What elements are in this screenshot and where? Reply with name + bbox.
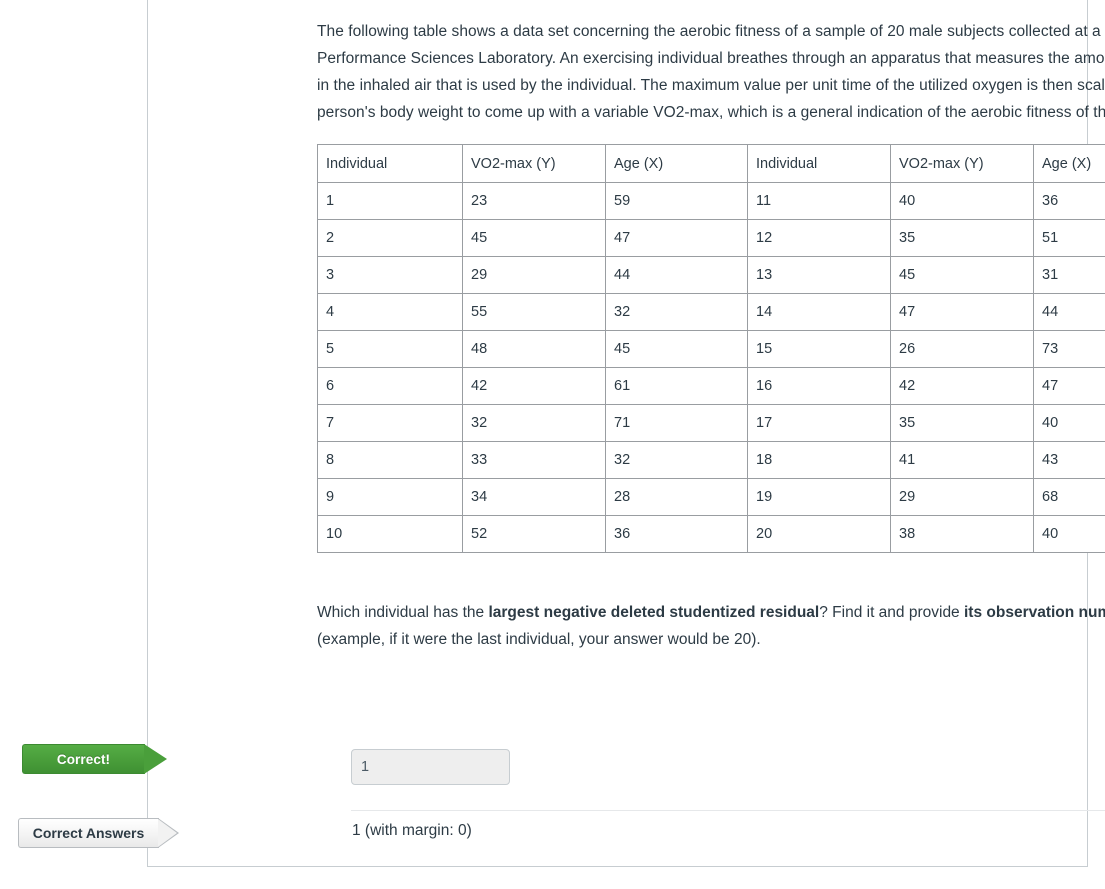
table-cell: 34: [462, 478, 606, 516]
table-cell: 19: [747, 478, 891, 516]
prompt-bold-observation-number: its observation number: [964, 604, 1105, 621]
table-row: 3 29 44 13 45 31: [317, 256, 1105, 294]
table-cell: 55: [462, 293, 606, 331]
table-row: 7 32 71 17 35 40: [317, 404, 1105, 442]
table-cell: 15: [747, 330, 891, 368]
question-container: The following table shows a data set con…: [147, 0, 1105, 867]
table-row: 8 33 32 18 41 43: [317, 441, 1105, 479]
table-header-cell: Individual: [747, 144, 891, 183]
table-cell: 73: [1033, 330, 1105, 368]
table-cell: 36: [605, 515, 748, 553]
table-cell: 47: [1033, 367, 1105, 405]
table-cell: 40: [890, 182, 1034, 220]
table-header: Individual VO2-max (Y) Age (X) Individua…: [317, 144, 1105, 183]
table-cell: 32: [605, 441, 748, 479]
table-header-cell: VO2-max (Y): [462, 144, 606, 183]
table-cell: 16: [747, 367, 891, 405]
table-cell: 26: [890, 330, 1034, 368]
table-cell: 28: [605, 478, 748, 516]
table-cell: 3: [317, 256, 463, 294]
table-cell: 61: [605, 367, 748, 405]
table-cell: 38: [890, 515, 1034, 553]
table-cell: 6: [317, 367, 463, 405]
table-cell: 44: [605, 256, 748, 294]
table-cell: 32: [462, 404, 606, 442]
table-cell: 47: [890, 293, 1034, 331]
table-cell: 36: [1033, 182, 1105, 220]
status-badge-correct: Correct!: [22, 744, 167, 774]
table-cell: 45: [605, 330, 748, 368]
correct-answer-value: 1 (with margin: 0): [352, 822, 472, 839]
table-cell: 51: [1033, 219, 1105, 257]
table-cell: 31: [1033, 256, 1105, 294]
table-row: 1 23 59 11 40 36: [317, 182, 1105, 220]
table-cell: 18: [747, 441, 891, 479]
table-cell: 42: [890, 367, 1034, 405]
table-cell: 29: [890, 478, 1034, 516]
table-header-cell: Age (X): [1033, 144, 1105, 183]
intro-paragraph: The following table shows a data set con…: [317, 23, 1105, 121]
table-cell: 8: [317, 441, 463, 479]
table-cell: 35: [890, 219, 1034, 257]
table-cell: 40: [1033, 404, 1105, 442]
table-cell: 11: [747, 182, 891, 220]
table-row: 5 48 45 15 26 73: [317, 330, 1105, 368]
badge-arrow-icon: [158, 819, 177, 847]
table-cell: 52: [462, 515, 606, 553]
answer-separator: [351, 810, 1105, 811]
table-cell: 33: [462, 441, 606, 479]
prompt-text-part: Which individual has the: [317, 604, 489, 621]
table-header-row: Individual VO2-max (Y) Age (X) Individua…: [317, 144, 1105, 183]
table-cell: 5: [317, 330, 463, 368]
status-badge-correct-answers: Correct Answers: [18, 818, 179, 848]
table-cell: 2: [317, 219, 463, 257]
table-cell: 14: [747, 293, 891, 331]
table-cell: 4: [317, 293, 463, 331]
table-cell: 59: [605, 182, 748, 220]
table-cell: 45: [890, 256, 1034, 294]
table-cell: 12: [747, 219, 891, 257]
table-cell: 68: [1033, 478, 1105, 516]
status-badge-label: Correct!: [56, 751, 111, 767]
table-cell: 32: [605, 293, 748, 331]
table-row: 6 42 61 16 42 47: [317, 367, 1105, 405]
table-cell: 47: [605, 219, 748, 257]
table-cell: 1: [317, 182, 463, 220]
table-cell: 44: [1033, 293, 1105, 331]
table-row: 2 45 47 12 35 51: [317, 219, 1105, 257]
table-cell: 45: [462, 219, 606, 257]
table-cell: 7: [317, 404, 463, 442]
table-cell: 9: [317, 478, 463, 516]
table-cell: 43: [1033, 441, 1105, 479]
table-cell: 40: [1033, 515, 1105, 553]
table-cell: 13: [747, 256, 891, 294]
table-cell: 71: [605, 404, 748, 442]
prompt-text-part: (example, if it were the last individual…: [317, 631, 761, 648]
table-cell: 29: [462, 256, 606, 294]
table-row: 4 55 32 14 47 44: [317, 293, 1105, 331]
table-cell: 35: [890, 404, 1034, 442]
table-cell: 42: [462, 367, 606, 405]
table-cell: 48: [462, 330, 606, 368]
table-row: 10 52 36 20 38 40: [317, 515, 1105, 553]
table-cell: 17: [747, 404, 891, 442]
table-cell: 20: [747, 515, 891, 553]
answer-input[interactable]: [351, 749, 510, 785]
table-cell: 41: [890, 441, 1034, 479]
table-cell: 23: [462, 182, 606, 220]
table-body: 1 23 59 11 40 36 2 45 47 12 35 51 3 29 44 13 45 31 4 55 32 14…: [317, 182, 1105, 553]
table-cell: 10: [317, 515, 463, 553]
question-body: The following table shows a data set con…: [317, 18, 1105, 653]
prompt-bold-residual: largest negative deleted studentized res…: [488, 604, 820, 621]
table-header-cell: Individual: [317, 144, 463, 183]
table-row: 9 34 28 19 29 68: [317, 478, 1105, 516]
badge-arrow-icon: [144, 744, 167, 774]
prompt-text-part: ? Find it and provide: [819, 604, 964, 621]
aerobic-fitness-data-table: Individual VO2-max (Y) Age (X) Individua…: [317, 144, 1105, 553]
status-badge-label: Correct Answers: [32, 825, 145, 841]
table-header-cell: Age (X): [605, 144, 748, 183]
question-prompt: Which individual has the largest negativ…: [317, 599, 1105, 653]
answer-area: 1 (with margin: 0): [317, 731, 1105, 839]
table-header-cell: VO2-max (Y): [890, 144, 1034, 183]
